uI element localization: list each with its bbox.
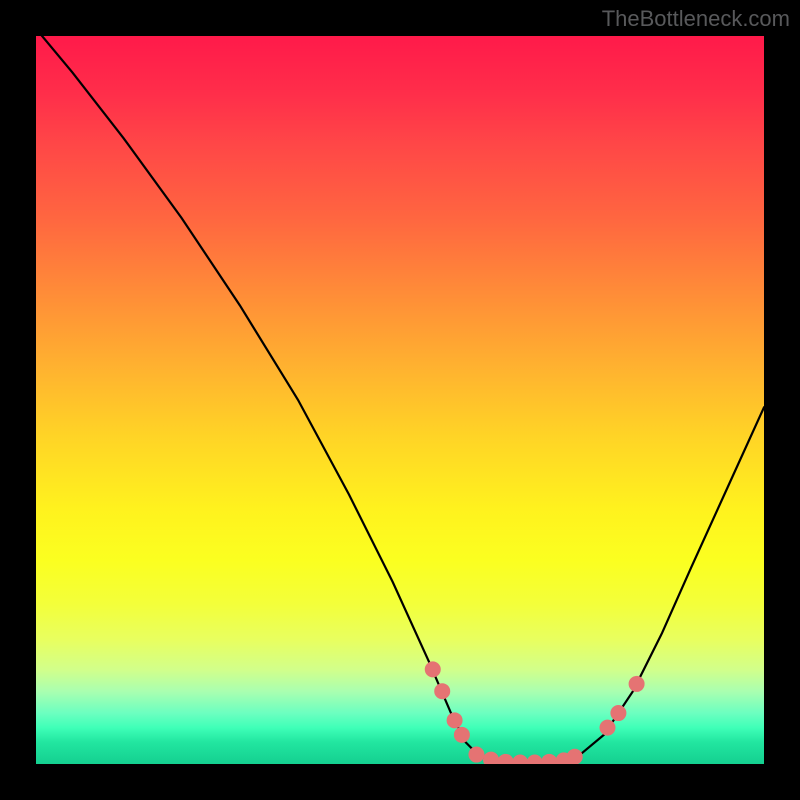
chart-svg — [36, 36, 764, 764]
data-point — [541, 754, 557, 764]
watermark-text: TheBottleneck.com — [602, 6, 790, 32]
data-point — [454, 727, 470, 743]
data-point — [512, 755, 528, 764]
data-point — [483, 752, 499, 764]
chart-plot-area — [36, 36, 764, 764]
data-point — [527, 755, 543, 764]
data-point — [425, 661, 441, 677]
data-point — [498, 754, 514, 764]
data-point — [629, 676, 645, 692]
data-point — [434, 683, 450, 699]
data-point — [567, 749, 583, 764]
curve-data-points — [425, 661, 645, 764]
data-point — [599, 720, 615, 736]
data-point — [610, 705, 626, 721]
data-point — [468, 747, 484, 763]
curve-line — [36, 36, 764, 763]
data-point — [447, 712, 463, 728]
